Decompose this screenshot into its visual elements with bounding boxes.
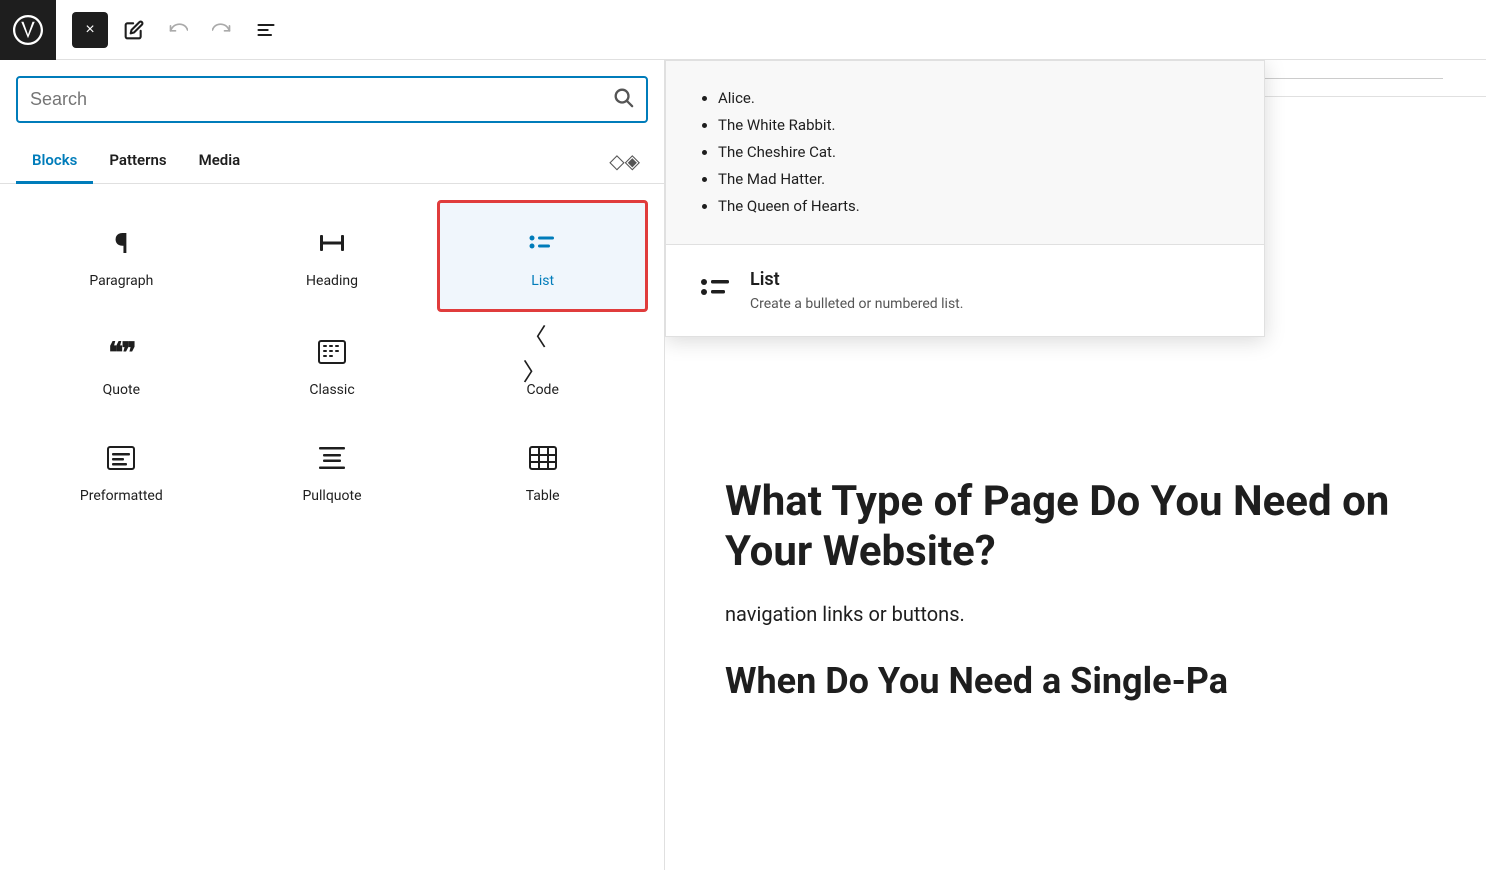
block-tooltip: Alice. The White Rabbit. The Cheshire Ca…: [665, 60, 1265, 337]
list-item: The Mad Hatter.: [718, 166, 1232, 193]
wp-logo: [0, 0, 56, 60]
block-item-paragraph[interactable]: ¶ Paragraph: [16, 200, 227, 312]
block-item-classic[interactable]: Classic: [227, 312, 438, 418]
list-icon: [523, 223, 563, 263]
heading-label: Heading: [306, 273, 358, 289]
tab-media[interactable]: Media: [183, 139, 257, 184]
search-area: [0, 60, 664, 139]
list-view-button[interactable]: [248, 12, 284, 48]
block-item-preformatted[interactable]: Preformatted: [16, 418, 227, 524]
classic-label: Classic: [309, 382, 354, 398]
tooltip-block-name: List: [750, 269, 963, 290]
tooltip-list-section: Alice. The White Rabbit. The Cheshire Ca…: [666, 61, 1264, 245]
paragraph-icon: ¶: [101, 223, 141, 263]
blocks-grid: ¶ Paragraph Heading: [0, 184, 664, 540]
content-area: ▲ Alice. The White Rabbit. The Cheshire …: [665, 60, 1486, 870]
tooltip-info-section: List Create a bulleted or numbered list.: [666, 245, 1264, 336]
list-item: The Queen of Hearts.: [718, 193, 1232, 220]
close-button[interactable]: ×: [72, 12, 108, 48]
undo-button[interactable]: [160, 12, 196, 48]
table-label: Table: [526, 488, 560, 504]
block-item-pullquote[interactable]: Pullquote: [227, 418, 438, 524]
browse-all-icon[interactable]: ◇◈: [601, 141, 648, 181]
tooltip-block-icon: [698, 269, 734, 305]
edit-button[interactable]: [116, 12, 152, 48]
list-item: The White Rabbit.: [718, 112, 1232, 139]
pullquote-label: Pullquote: [302, 488, 361, 504]
search-input[interactable]: [30, 89, 604, 110]
heading-icon: [312, 223, 352, 263]
table-icon: [523, 438, 563, 478]
block-item-list[interactable]: List: [437, 200, 648, 312]
list-item: The Cheshire Cat.: [718, 139, 1232, 166]
code-label: Code: [526, 382, 558, 398]
tooltip-list: Alice. The White Rabbit. The Cheshire Ca…: [698, 85, 1232, 220]
quote-icon: ❝❞: [101, 332, 141, 372]
tabs: Blocks Patterns Media ◇◈: [0, 139, 664, 184]
code-icon: 〈 〉: [523, 332, 563, 372]
quote-label: Quote: [103, 382, 140, 398]
block-item-heading[interactable]: Heading: [227, 200, 438, 312]
search-wrapper: [16, 76, 648, 123]
paragraph-label: Paragraph: [89, 273, 153, 289]
preformatted-icon: [101, 438, 141, 478]
classic-icon: [312, 332, 352, 372]
preformatted-label: Preformatted: [80, 488, 163, 504]
tab-blocks[interactable]: Blocks: [16, 139, 93, 184]
main-layout: Blocks Patterns Media ◇◈ ¶ Paragraph: [0, 60, 1486, 870]
page-heading-2: When Do You Need a Single-Pa: [725, 660, 1426, 702]
pullquote-icon: [312, 438, 352, 478]
topbar-separator3: [1243, 78, 1443, 79]
tooltip-text: List Create a bulleted or numbered list.: [750, 269, 963, 312]
list-label: List: [531, 273, 554, 289]
sidebar: Blocks Patterns Media ◇◈ ¶ Paragraph: [0, 60, 665, 870]
block-item-table[interactable]: Table: [437, 418, 648, 524]
search-icon: [612, 86, 634, 113]
tooltip-block-description: Create a bulleted or numbered list.: [750, 296, 963, 312]
redo-button[interactable]: [204, 12, 240, 48]
page-paragraph-1: navigation links or buttons.: [725, 598, 1426, 630]
heading-text-partial: What Type of Page Do You Need on Your We…: [725, 477, 1389, 576]
block-item-quote[interactable]: ❝❞ Quote: [16, 312, 227, 418]
toolbar: ×: [0, 0, 1486, 60]
list-item: Alice.: [718, 85, 1232, 112]
tab-patterns[interactable]: Patterns: [93, 139, 182, 184]
page-heading-1: What Type of Page Do You Need on Your We…: [725, 477, 1426, 578]
block-item-code[interactable]: 〈 〉 Code: [437, 312, 648, 418]
